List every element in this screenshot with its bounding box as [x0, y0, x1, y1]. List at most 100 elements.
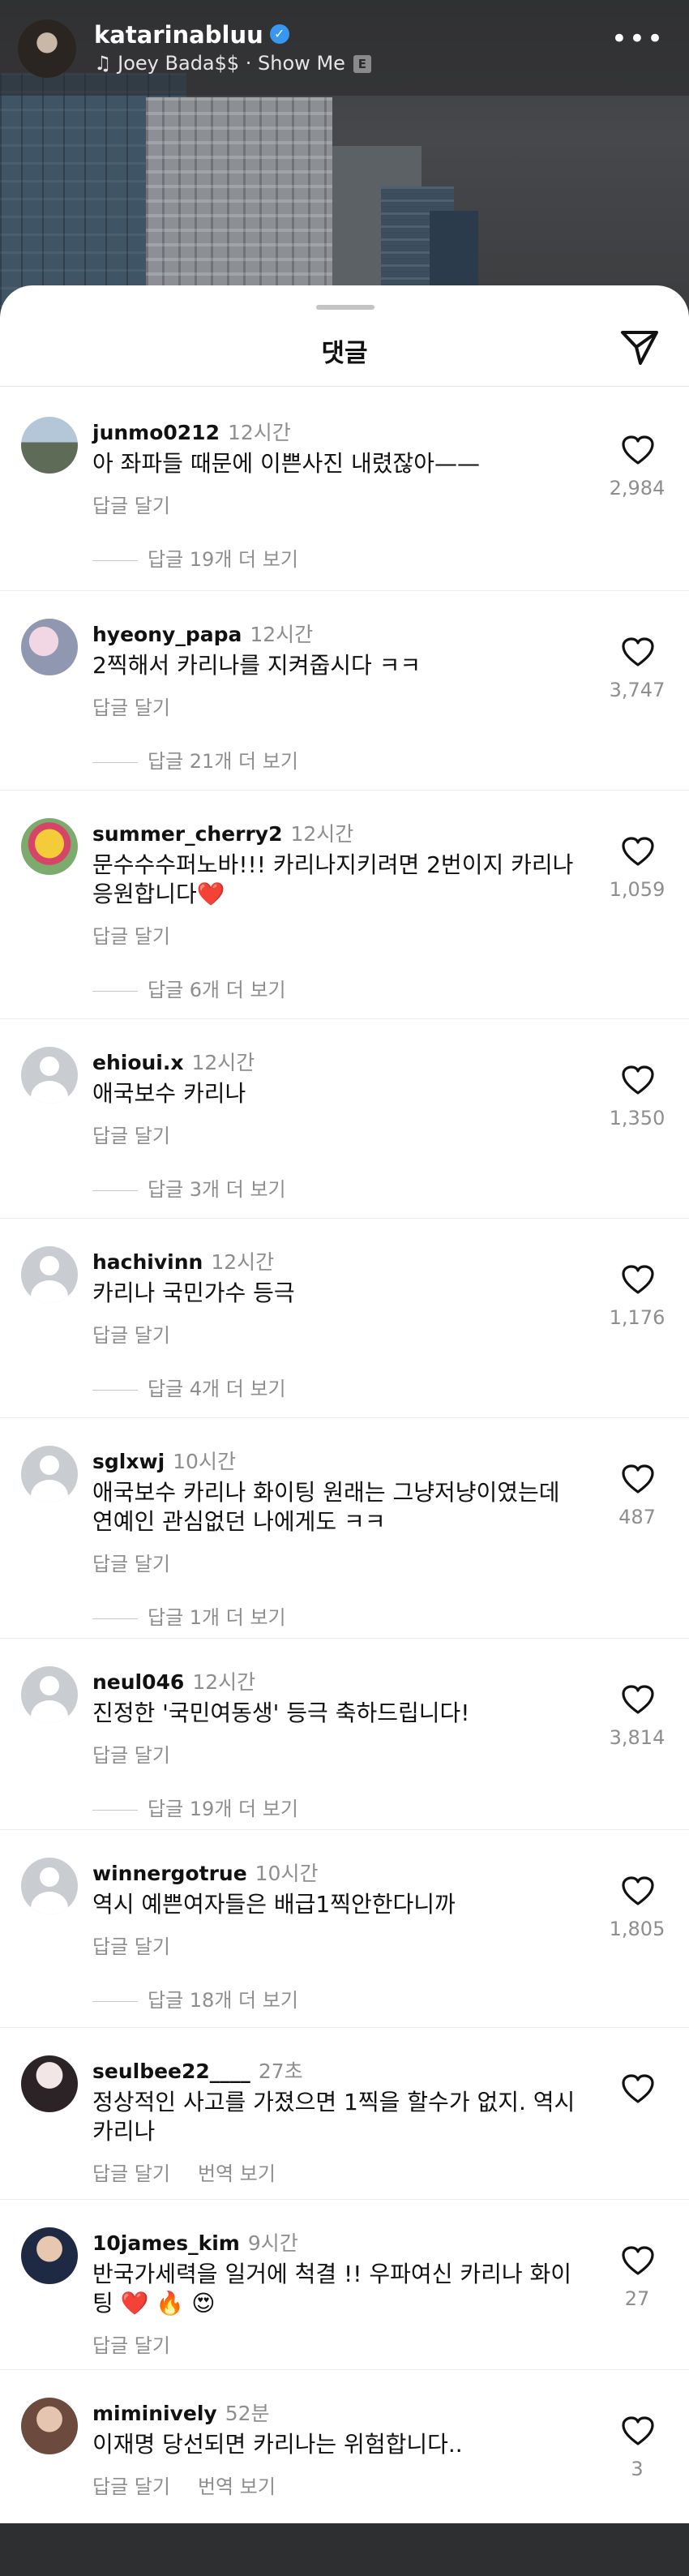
paper-plane-icon[interactable] — [619, 329, 660, 366]
comment-actions: 답글 달기 번역 보기 — [92, 2158, 303, 2186]
comment-username[interactable]: seulbee22____ 27초 — [92, 2055, 303, 2085]
music-note-icon: ♫ — [94, 52, 112, 75]
comment-username[interactable]: hachivinn 12시간 — [92, 1246, 274, 1275]
heart-icon[interactable] — [621, 2245, 655, 2276]
like-count: 2,984 — [609, 477, 665, 499]
reply-button[interactable]: 답글 달기 — [92, 1553, 170, 1575]
comment-text: 진정한 '국민여동생' 등극 축하드립니다! — [92, 1699, 470, 1726]
view-replies-button[interactable]: 답글 19개 더 보기 — [92, 1793, 298, 1821]
explicit-badge: E — [353, 55, 371, 73]
reply-button[interactable]: 답글 달기 — [92, 1935, 170, 1958]
comment-item: winnergotrue 10시간역시 예쁜여자들은 배급1찍안한다니까답글 달기… — [0, 1829, 689, 2025]
view-replies-label: 답글 21개 더 보기 — [148, 750, 298, 773]
reply-button[interactable]: 답글 달기 — [92, 697, 170, 719]
heart-icon[interactable] — [621, 1065, 655, 1095]
comment-item: ehioui.x 12시간 애국보수 카리나 답글 달기 답글 3개 더 보기 1,350 — [0, 1018, 689, 1214]
heart-icon[interactable] — [621, 435, 655, 465]
comment-username[interactable]: miminively 52분 — [92, 2398, 270, 2427]
reply-button[interactable]: 답글 달기 — [92, 2162, 170, 2185]
reply-button[interactable]: 답글 달기 — [92, 1125, 170, 1147]
translate-button[interactable]: 번역 보기 — [198, 2475, 276, 2498]
avatar[interactable] — [21, 1666, 78, 1723]
avatar[interactable] — [21, 2055, 78, 2112]
replies-line — [92, 761, 138, 763]
avatar[interactable] — [21, 1047, 78, 1104]
reel-header: katarinabluu ✓ ♫ Joey Bada$$ · Show Me E •… — [0, 0, 689, 96]
comment-text: 문수수수퍼노바!!! 카리나지키려면 2번이지 카리나 응원합니다❤️ — [92, 851, 574, 907]
comment-text: 아 좌파들 때문에 이쁜사진 내렸잖아—— — [92, 450, 481, 477]
view-replies-button[interactable]: 답글 6개 더 보기 — [92, 974, 286, 1002]
view-replies-button[interactable]: 답글 18개 더 보기 — [92, 1984, 298, 2012]
comment-username[interactable]: winnergotrue 10시간 — [92, 1858, 318, 1887]
comment-time: 12시간 — [191, 1051, 255, 1074]
comment-username[interactable]: sglxwj 10시간 — [92, 1446, 236, 1475]
comment-actions: 답글 달기 — [92, 1931, 198, 1959]
music-title: Joey Bada$$ · Show Me — [118, 52, 345, 75]
view-replies-button[interactable]: 답글 4개 더 보기 — [92, 1373, 286, 1401]
view-replies-button[interactable]: 답글 21개 더 보기 — [92, 745, 298, 774]
comment-username[interactable]: summer_cherry2 12시간 — [92, 818, 353, 847]
username-text: katarinabluu — [94, 21, 263, 49]
avatar[interactable] — [21, 2227, 78, 2284]
comment-text: 역시 예쁜여자들은 배급1찍안한다니까 — [92, 1891, 456, 1918]
heart-icon[interactable] — [621, 1464, 655, 1494]
reply-button[interactable]: 답글 달기 — [92, 495, 170, 517]
reply-button[interactable]: 답글 달기 — [92, 1744, 170, 1767]
heart-icon[interactable] — [621, 1875, 655, 1906]
comment-item: seulbee22____ 27초정상적인 사고를 가졌으면 1찍을 할수가 없지… — [0, 2027, 689, 2222]
music-info[interactable]: ♫ Joey Bada$$ · Show Me E — [94, 52, 371, 75]
view-replies-button[interactable]: 답글 19개 더 보기 — [92, 543, 298, 572]
comment-username[interactable]: ehioui.x 12시간 — [92, 1047, 255, 1076]
comment-item: hachivinn 12시간카리나 국민가수 등극답글 달기답글 4개 더 보기 1… — [0, 1218, 689, 1413]
view-replies-label: 답글 19개 더 보기 — [148, 548, 298, 571]
heart-icon[interactable] — [621, 2073, 655, 2104]
comment-text: 카리나 국민가수 등극 — [92, 1279, 295, 1306]
avatar[interactable] — [21, 1446, 78, 1502]
profile-avatar[interactable] — [18, 19, 76, 78]
view-replies-label: 답글 3개 더 보기 — [148, 1178, 286, 1201]
heart-icon[interactable] — [621, 2415, 655, 2446]
view-replies-label: 답글 1개 더 보기 — [148, 1606, 286, 1629]
more-dots-icon[interactable]: ••• — [611, 25, 665, 53]
comment-username[interactable]: junmo0212 12시간 — [92, 417, 291, 446]
heart-icon[interactable] — [621, 1684, 655, 1715]
comment-time: 12시간 — [290, 822, 354, 846]
comment-item: 10james_kim 9시간반국가세력을 일거에 척결 !! 우파여신 카리나 … — [0, 2199, 689, 2394]
reply-button[interactable]: 답글 달기 — [92, 2334, 170, 2357]
comment-time: 12시간 — [227, 421, 291, 444]
like-count: 3 — [631, 2458, 644, 2480]
comment-actions: 답글 달기 — [92, 1548, 198, 1576]
comment-text: 2찍해서 카리나를 지켜줍시다 ㅋㅋ — [92, 652, 422, 679]
like-count: 1,176 — [609, 1306, 665, 1329]
avatar[interactable] — [21, 1246, 78, 1303]
avatar[interactable] — [21, 619, 78, 675]
replies-line — [92, 1809, 138, 1811]
replies-line — [92, 990, 138, 992]
comment-username[interactable]: neul046 12시간 — [92, 1666, 255, 1695]
avatar[interactable] — [21, 818, 78, 875]
comment-username[interactable]: 10james_kim 9시간 — [92, 2227, 298, 2257]
comment-actions: 답글 달기 — [92, 920, 198, 949]
view-replies-button[interactable]: 답글 1개 더 보기 — [92, 1601, 286, 1630]
view-replies-button[interactable]: 답글 3개 더 보기 — [92, 1173, 286, 1202]
reply-button[interactable]: 답글 달기 — [92, 2475, 170, 2498]
avatar[interactable] — [21, 2398, 78, 2454]
reply-button[interactable]: 답글 달기 — [92, 925, 170, 948]
reply-button[interactable]: 답글 달기 — [92, 1324, 170, 1347]
heart-icon[interactable] — [621, 1264, 655, 1295]
comment-actions: 답글 달기 — [92, 1120, 198, 1148]
avatar[interactable] — [21, 417, 78, 474]
comment-item: junmo0212 12시간아 좌파들 때문에 이쁜사진 내렸잖아—— 답글 달기답… — [0, 417, 689, 611]
translate-button[interactable]: 번역 보기 — [198, 2162, 276, 2185]
sheet-drag-handle[interactable] — [316, 305, 374, 310]
heart-icon[interactable] — [621, 636, 655, 667]
like-count: 3,747 — [609, 679, 665, 701]
comment-text: 반국가세력을 일거에 척결 !! 우파여신 카리나 화이팅 ❤️ 🔥 😍 — [92, 2261, 572, 2317]
profile-username[interactable]: katarinabluu ✓ — [94, 21, 289, 49]
comment-time: 27초 — [258, 2060, 303, 2083]
comment-username[interactable]: hyeony_papa 12시간 — [92, 619, 313, 648]
avatar[interactable] — [21, 1858, 78, 1914]
heart-icon[interactable] — [621, 836, 655, 867]
comment-text: 정상적인 사고를 가졌으면 1찍을 할수가 없지. 역시 카리나 — [92, 2089, 576, 2145]
comment-actions: 답글 달기 번역 보기 — [92, 2471, 303, 2499]
